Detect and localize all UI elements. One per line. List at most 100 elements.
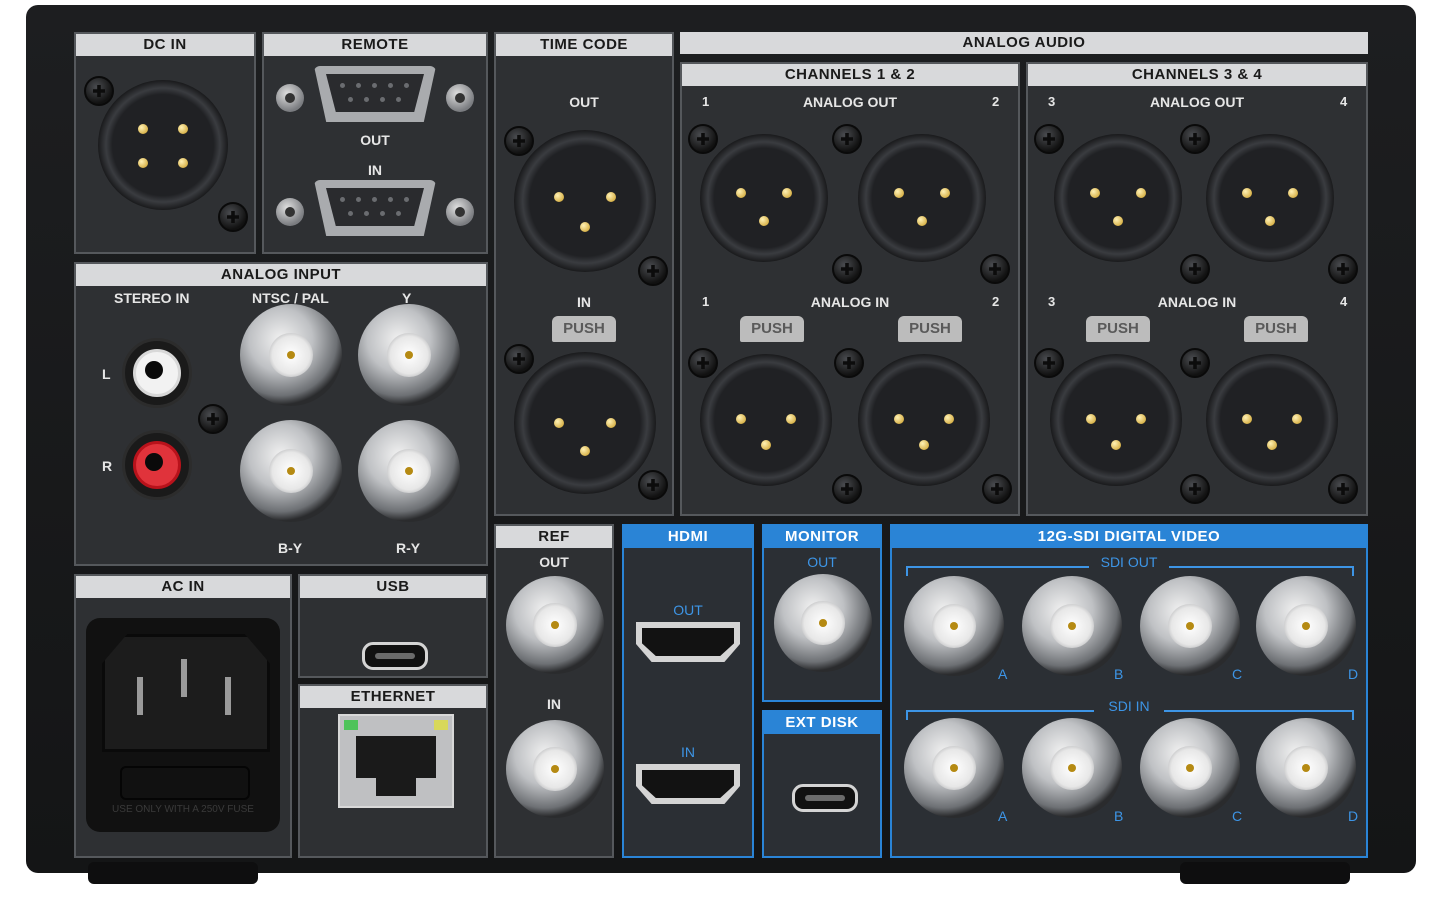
screw-icon <box>688 124 718 154</box>
time-code-panel: TIME CODE OUT IN PUSH <box>494 32 674 516</box>
sdi-in-d-bnc[interactable] <box>1256 718 1356 818</box>
ref-in-bnc[interactable] <box>506 720 604 818</box>
ethernet-port[interactable] <box>338 714 454 808</box>
screw-icon <box>218 202 248 232</box>
sdi-in-a-bnc[interactable] <box>904 718 1004 818</box>
screw-icon <box>832 474 862 504</box>
ch4-label: 4 <box>1340 94 1348 109</box>
push-latch[interactable]: PUSH <box>740 316 804 342</box>
sdi-video-panel: 12G-SDI DIGITAL VIDEO SDI OUT A B C D SD… <box>890 524 1368 858</box>
sdi-out-d-bnc[interactable] <box>1256 576 1356 676</box>
dc-in-connector[interactable] <box>98 80 228 210</box>
ext-disk-header: EXT DISK <box>764 712 880 734</box>
y-bnc[interactable] <box>358 304 460 406</box>
push-latch[interactable]: PUSH <box>1244 316 1308 342</box>
sdi-out-b-bnc[interactable] <box>1022 576 1122 676</box>
sdi-out-d-label: D <box>1348 666 1359 682</box>
ext-disk-panel: EXT DISK <box>762 710 882 858</box>
hdmi-in-port[interactable] <box>636 764 740 804</box>
screw-icon <box>1328 474 1358 504</box>
screw-icon <box>1180 348 1210 378</box>
channels-34-panel: CHANNELS 3 & 4 3 ANALOG OUT 4 3 ANALOG I… <box>1026 62 1368 516</box>
dc-in-header: DC IN <box>76 34 254 56</box>
sdi-in-a-label: A <box>998 808 1008 824</box>
ref-out-bnc[interactable] <box>506 576 604 674</box>
screw-icon <box>1328 254 1358 284</box>
fuse-label: USE ONLY WITH A 250V FUSE <box>112 804 254 815</box>
sdi-out-label: SDI OUT <box>1089 554 1169 570</box>
screw-icon <box>688 348 718 378</box>
analog-out-label: ANALOG OUT <box>1149 94 1245 110</box>
sdi-out-a-bnc[interactable] <box>904 576 1004 676</box>
thumbscrew-icon <box>446 198 474 226</box>
fuse-drawer[interactable] <box>120 766 250 800</box>
remote-out-label: OUT <box>360 132 390 148</box>
ch2-label: 2 <box>992 94 1000 109</box>
ch2-in-label: 2 <box>992 294 1000 309</box>
ch3-analog-in[interactable] <box>1050 354 1182 486</box>
remote-in-port[interactable] <box>314 180 436 236</box>
screw-icon <box>980 254 1010 284</box>
ch1-analog-out[interactable] <box>700 134 828 262</box>
thumbscrew-icon <box>276 198 304 226</box>
sdi-in-c-bnc[interactable] <box>1140 718 1240 818</box>
stereo-in-l-rca[interactable] <box>122 338 192 408</box>
screw-icon <box>1180 254 1210 284</box>
screw-icon <box>1180 124 1210 154</box>
remote-panel: REMOTE OUT IN <box>262 32 488 254</box>
sdi-in-label: SDI IN <box>1094 698 1164 714</box>
r-y-label: R-Y <box>396 540 421 556</box>
remote-out-port[interactable] <box>314 66 436 122</box>
usb-c-port[interactable] <box>362 642 428 670</box>
ext-disk-usb-c-port[interactable] <box>792 784 858 812</box>
analog-input-header: ANALOG INPUT <box>76 264 486 286</box>
monitor-out-label: OUT <box>807 554 837 570</box>
b-y-bnc[interactable] <box>240 420 342 522</box>
screw-icon <box>504 126 534 156</box>
ch2-analog-in[interactable] <box>858 354 990 486</box>
ref-panel: REF OUT IN <box>494 524 614 858</box>
l-label: L <box>102 366 111 382</box>
screw-icon <box>198 404 228 434</box>
thumbscrew-icon <box>446 84 474 112</box>
ethernet-header: ETHERNET <box>300 686 486 708</box>
ch3-analog-out[interactable] <box>1054 134 1182 262</box>
usb-panel: USB <box>298 574 488 678</box>
push-latch[interactable]: PUSH <box>552 316 616 342</box>
monitor-out-bnc[interactable] <box>774 574 872 672</box>
thumbscrew-icon <box>276 84 304 112</box>
iec-power-inlet[interactable]: USE ONLY WITH A 250V FUSE <box>86 618 280 832</box>
ref-in-label: IN <box>547 696 561 712</box>
sdi-in-b-label: B <box>1114 808 1124 824</box>
screw-icon <box>982 474 1012 504</box>
sdi-out-c-bnc[interactable] <box>1140 576 1240 676</box>
remote-in-label: IN <box>368 162 382 178</box>
ch2-analog-out[interactable] <box>858 134 986 262</box>
channels-12-header: CHANNELS 1 & 2 <box>682 64 1018 86</box>
screw-icon <box>504 344 534 374</box>
stereo-in-r-rca[interactable] <box>122 430 192 500</box>
ntsc-pal-bnc[interactable] <box>240 304 342 406</box>
sdi-video-header: 12G-SDI DIGITAL VIDEO <box>892 526 1366 548</box>
monitor-header: MONITOR <box>764 526 880 548</box>
ch1-analog-in[interactable] <box>700 354 832 486</box>
analog-input-panel: ANALOG INPUT STEREO IN NTSC / PAL Y L R … <box>74 262 488 566</box>
push-latch[interactable]: PUSH <box>898 316 962 342</box>
tc-in-label: IN <box>577 294 591 310</box>
ch4-analog-in[interactable] <box>1206 354 1338 486</box>
sdi-out-c-label: C <box>1232 666 1243 682</box>
r-y-bnc[interactable] <box>358 420 460 522</box>
hdmi-panel: HDMI OUT IN <box>622 524 754 858</box>
hdmi-in-label: IN <box>681 744 695 760</box>
tc-in-connector[interactable] <box>514 352 656 494</box>
sdi-in-b-bnc[interactable] <box>1022 718 1122 818</box>
screw-icon <box>832 124 862 154</box>
push-latch[interactable]: PUSH <box>1086 316 1150 342</box>
hdmi-out-port[interactable] <box>636 622 740 662</box>
tc-out-connector[interactable] <box>514 130 656 272</box>
screw-icon <box>1034 348 1064 378</box>
screw-icon <box>638 470 668 500</box>
screw-icon <box>1034 124 1064 154</box>
ch4-analog-out[interactable] <box>1206 134 1334 262</box>
ch4-in-label: 4 <box>1340 294 1348 309</box>
